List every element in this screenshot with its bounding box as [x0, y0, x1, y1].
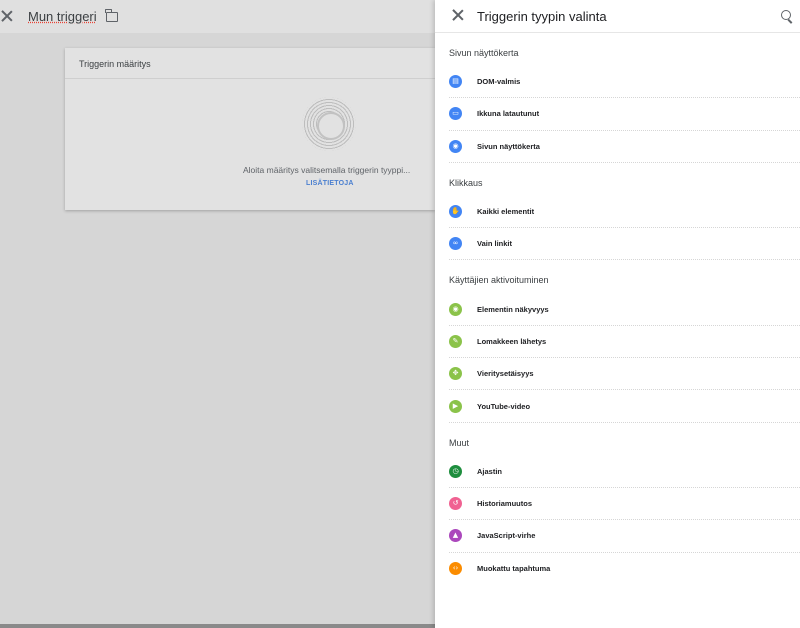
trigger-type-label: Kaikki elementit	[477, 207, 535, 217]
trigger-type-item[interactable]: ◷ Ajastin	[449, 456, 800, 488]
eye-icon: ◉	[449, 139, 462, 153]
trigger-type-item[interactable]: ▶ YouTube-video	[449, 390, 800, 423]
trigger-name[interactable]: Mun triggeri	[28, 9, 97, 24]
trigger-type-item[interactable]: ▤ DOM-valmis	[449, 66, 800, 99]
warning-icon: ▲	[449, 529, 462, 543]
search-icon[interactable]	[781, 10, 791, 20]
close-icon	[452, 9, 464, 21]
trigger-type-label: Elementin näkyvyys	[477, 304, 549, 314]
section-title: Klikkaus	[449, 177, 483, 188]
section-title: Käyttäjien aktivoituminen	[449, 275, 549, 286]
trigger-type-label: Muokattu tapahtuma	[477, 564, 551, 574]
hand-pointer-icon: ✋	[449, 205, 462, 219]
trigger-type-item[interactable]: ◉ Sivun näyttökerta	[449, 131, 800, 163]
trigger-type-label: YouTube-video	[477, 401, 531, 411]
trigger-type-item[interactable]: ‹› Muokattu tapahtuma	[449, 553, 800, 585]
trigger-type-item[interactable]: ✎ Lomakkeen lähetys	[449, 326, 800, 359]
section-title: Muut	[449, 437, 470, 448]
trigger-type-label: Vieritysetäisyys	[477, 369, 534, 379]
trigger-type-item[interactable]: ▭ Ikkuna latautunut	[449, 98, 800, 131]
window-icon: ▭	[449, 107, 462, 121]
learn-more-link[interactable]: LISÄTIETOJA	[306, 180, 354, 187]
trigger-type-item[interactable]: ▲ JavaScript-virhe	[449, 520, 800, 553]
trigger-type-label: Sivun näyttökerta	[477, 141, 540, 151]
trigger-type-list: Sivun näyttökerta ▤ DOM-valmis ▭ Ikkuna lata…	[435, 33, 800, 585]
form-icon: ✎	[449, 334, 462, 348]
panel-close-button[interactable]	[452, 9, 466, 23]
folder-icon[interactable]	[105, 8, 118, 22]
trigger-type-label: Vain linkit	[477, 239, 513, 249]
card-body: Aloita määritys valitsemalla triggerin t…	[65, 79, 435, 210]
card-hint: Aloita määritys valitsemalla triggerin t…	[243, 165, 411, 175]
trigger-type-item[interactable]: ◉ Elementin näkyvyys	[449, 293, 800, 326]
bottom-scrollbar	[0, 624, 435, 628]
scroll-arrows-icon: ✥	[449, 367, 462, 381]
close-icon	[1, 10, 13, 22]
history-icon: ↺	[449, 497, 462, 511]
trigger-placeholder-icon[interactable]	[302, 97, 356, 151]
trigger-type-label: Historiamuutos	[477, 499, 533, 509]
card-title: Triggerin määritys	[65, 48, 435, 79]
trigger-type-item[interactable]: ∞ Vain linkit	[449, 228, 800, 261]
editor-close-button[interactable]	[0, 10, 14, 24]
trigger-type-label: Ajastin	[477, 466, 503, 476]
eye-icon: ◉	[449, 302, 462, 316]
trigger-type-label: JavaScript-virhe	[477, 531, 536, 541]
editor-header: Mun triggeri	[0, 0, 435, 33]
trigger-type-panel: Triggerin tyypin valinta Sivun näyttöker…	[435, 0, 800, 628]
link-icon: ∞	[449, 237, 462, 251]
play-icon: ▶	[449, 399, 462, 413]
trigger-config-card[interactable]: Triggerin määritys Aloita määritys valit…	[65, 48, 435, 210]
panel-title: Triggerin tyypin valinta	[477, 8, 607, 24]
document-icon: ▤	[449, 75, 462, 89]
trigger-type-label: Lomakkeen lähetys	[477, 336, 547, 346]
trigger-type-label: Ikkuna latautunut	[477, 109, 540, 119]
trigger-type-item[interactable]: ✋ Kaikki elementit	[449, 196, 800, 229]
trigger-type-item[interactable]: ↺ Historiamuutos	[449, 488, 800, 521]
trigger-type-item[interactable]: ✥ Vieritysetäisyys	[449, 358, 800, 391]
panel-header: Triggerin tyypin valinta	[435, 0, 800, 33]
timer-icon: ◷	[449, 464, 462, 478]
code-icon: ‹›	[449, 562, 462, 576]
trigger-type-label: DOM-valmis	[477, 77, 521, 87]
section-title: Sivun näyttökerta	[449, 48, 519, 58]
